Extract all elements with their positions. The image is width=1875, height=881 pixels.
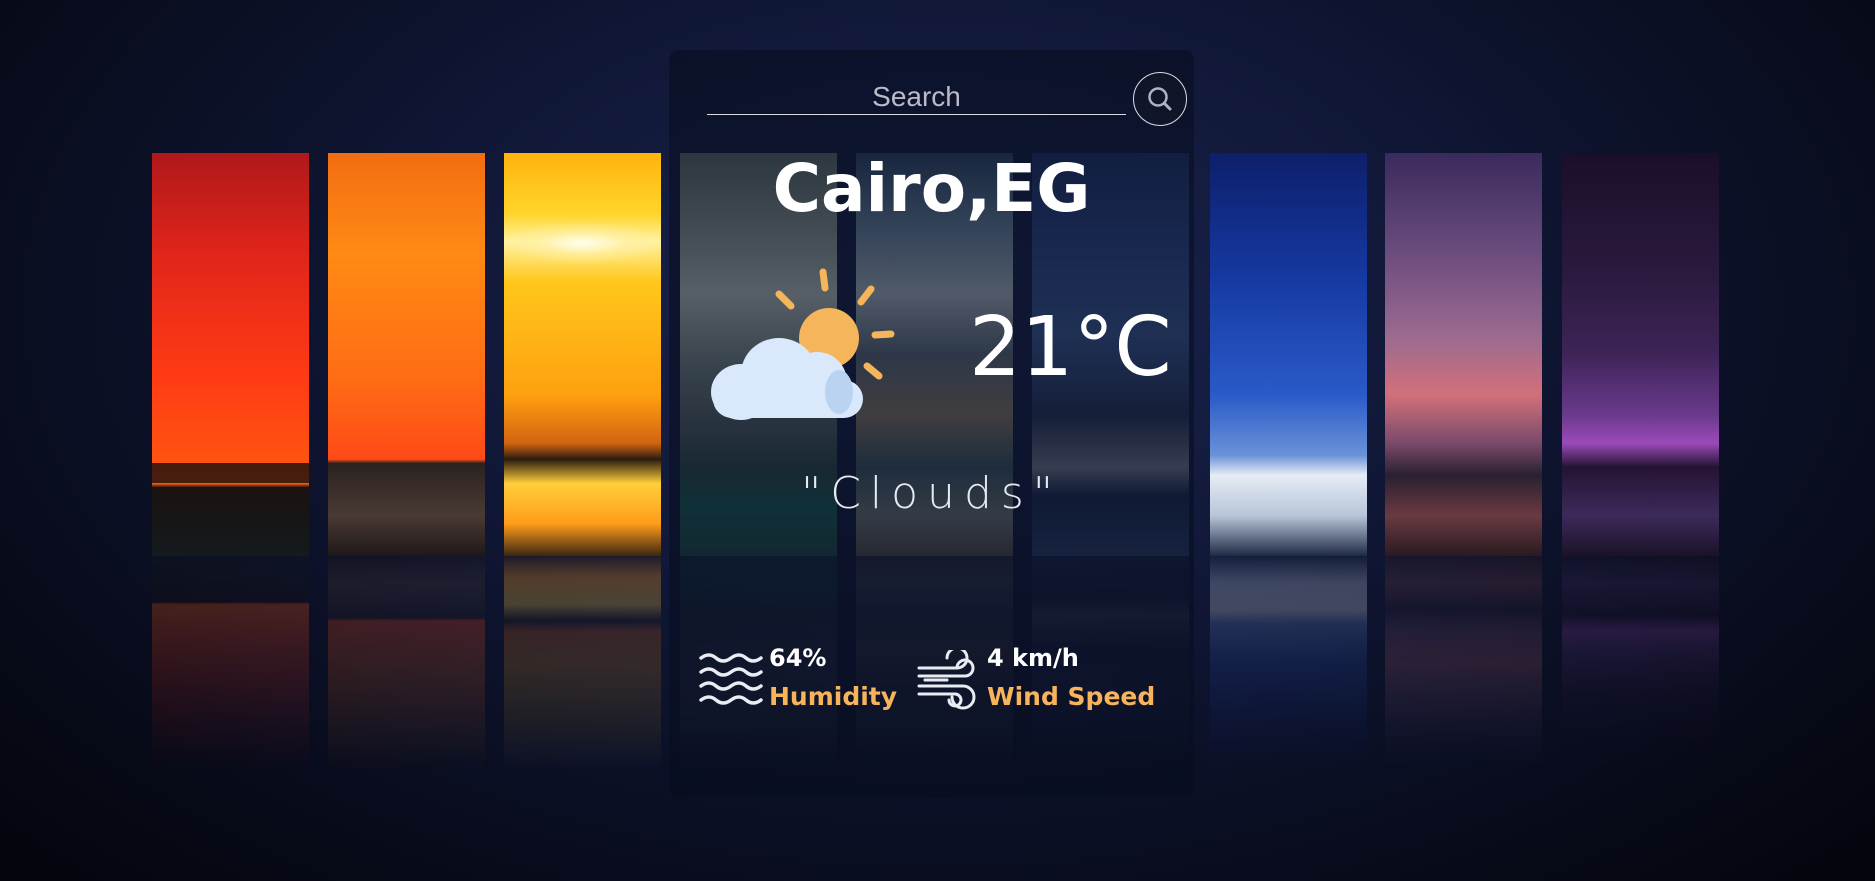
weather-card: Cairo,EG 21°C "Clouds" 64% — [669, 50, 1194, 797]
panel-reflection — [504, 556, 661, 826]
temperature: 21°C — [969, 300, 1172, 395]
wind-speed-value: 4 km/h — [987, 644, 1079, 672]
search-button[interactable] — [1133, 72, 1187, 126]
humidity-value: 64% — [769, 644, 827, 672]
background-panel-red-sunset — [152, 153, 309, 556]
panel-reflection — [1210, 556, 1367, 826]
background-panel-orange-sunset — [328, 153, 485, 556]
search-input[interactable] — [707, 80, 1126, 115]
waves-icon — [699, 653, 763, 705]
panel-reflection — [328, 556, 485, 826]
search-icon — [1148, 87, 1172, 111]
weather-description: "Clouds" — [800, 468, 1063, 519]
background-panel-purple-night — [1562, 153, 1719, 556]
wind-icon — [917, 650, 976, 710]
wind-speed-label: Wind Speed — [987, 682, 1156, 711]
background-panel-pink-dusk — [1385, 153, 1542, 556]
partly-cloudy-icon — [711, 268, 895, 420]
panel-reflection — [1562, 556, 1719, 826]
humidity-stat: 64% Humidity — [699, 644, 899, 714]
background-panel-yellow-sun — [504, 153, 661, 556]
humidity-label: Humidity — [769, 682, 898, 711]
city-name: Cairo,EG — [772, 150, 1091, 227]
background-panel-blue-snow — [1210, 153, 1367, 556]
panel-reflection — [1385, 556, 1542, 826]
wind-stat: 4 km/h Wind Speed — [917, 644, 1177, 714]
panel-reflection — [152, 556, 309, 826]
search-bar — [707, 64, 1187, 126]
